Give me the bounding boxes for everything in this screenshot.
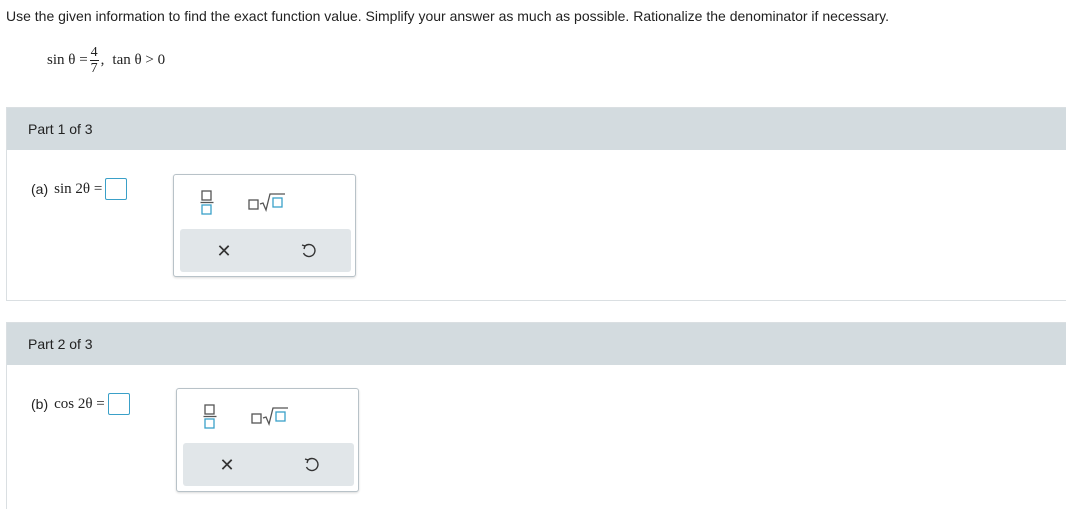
fraction-icon bbox=[203, 404, 217, 429]
undo-button[interactable] bbox=[297, 451, 325, 479]
part-2-expression: cos 2θ = bbox=[54, 395, 105, 412]
undo-button[interactable] bbox=[294, 237, 322, 265]
part-2-title: Part 2 of 3 bbox=[28, 336, 93, 352]
part-2-answer-input[interactable] bbox=[107, 393, 130, 415]
part-1-expression: sin 2θ = bbox=[54, 180, 103, 197]
square-root-button[interactable] bbox=[246, 189, 288, 215]
close-icon: ✕ bbox=[216, 240, 232, 262]
part-1-answer-input[interactable] bbox=[105, 178, 128, 200]
given-fraction: 4 7 bbox=[89, 45, 99, 76]
part-1-math-palette: ✕ bbox=[173, 174, 356, 277]
part-2-header: Part 2 of 3 bbox=[7, 323, 1066, 365]
instructions-text: Use the given information to find the ex… bbox=[6, 8, 889, 24]
part-1-label: (a) bbox=[31, 181, 49, 197]
given-information: sin θ = 4 7 , tan θ > 0 bbox=[47, 45, 165, 76]
part-1-title: Part 1 of 3 bbox=[28, 121, 93, 137]
fraction-button[interactable] bbox=[196, 187, 218, 217]
close-icon: ✕ bbox=[219, 454, 235, 476]
square-root-icon bbox=[248, 193, 285, 212]
fraction-numerator: 4 bbox=[89, 45, 99, 61]
given-separator: , bbox=[100, 52, 105, 68]
part-2-question: (b) cos 2θ = bbox=[31, 393, 130, 415]
part-2-palette-tray: ✕ bbox=[183, 443, 354, 486]
part-1-palette-tray: ✕ bbox=[180, 229, 351, 272]
clear-button[interactable]: ✕ bbox=[213, 451, 241, 479]
fraction-icon bbox=[200, 190, 214, 215]
fraction-denominator: 7 bbox=[90, 61, 98, 76]
given-condition: tan θ > 0 bbox=[112, 52, 166, 68]
clear-button[interactable]: ✕ bbox=[210, 237, 238, 265]
part-2-panel: Part 2 of 3 bbox=[6, 322, 1066, 509]
part-1-panel: Part 1 of 3 bbox=[6, 107, 1066, 301]
fraction-button[interactable] bbox=[199, 401, 221, 431]
square-root-icon bbox=[251, 407, 288, 426]
undo-icon bbox=[301, 243, 316, 258]
square-root-button[interactable] bbox=[249, 403, 291, 429]
part-2-label: (b) bbox=[31, 396, 49, 412]
undo-icon bbox=[304, 457, 319, 472]
given-lhs: sin θ = bbox=[47, 52, 88, 68]
part-1-question: (a) sin 2θ = bbox=[31, 178, 128, 200]
part-2-math-palette: ✕ bbox=[176, 388, 359, 492]
part-1-header: Part 1 of 3 bbox=[7, 108, 1066, 150]
